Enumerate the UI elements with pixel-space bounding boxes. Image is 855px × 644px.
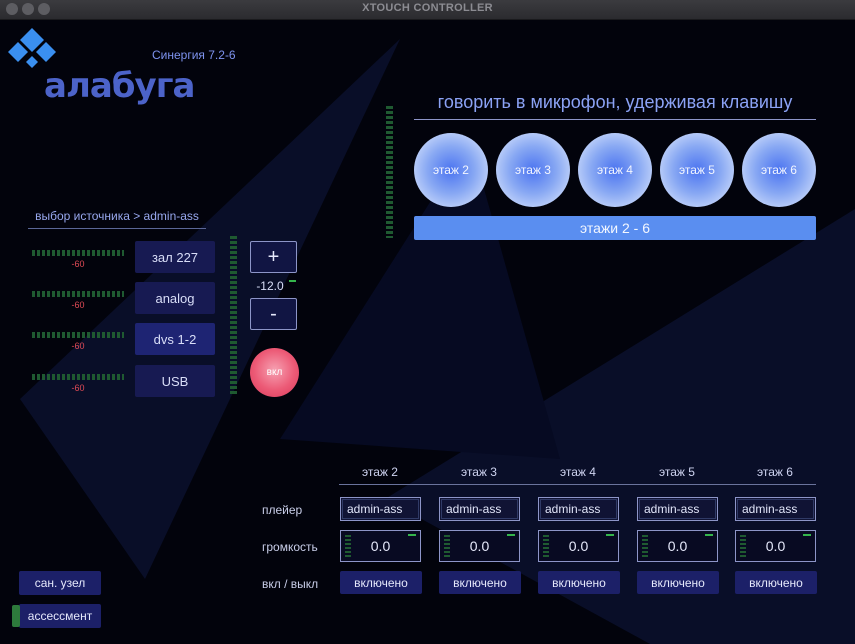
level-meter [32,250,124,256]
level-value: -60 [71,341,85,351]
volume-value: -12.0 [256,279,284,293]
zone-header: этаж 2 [362,465,398,479]
volume-down-button[interactable]: - [250,298,297,330]
logo-text: алабуга [44,66,195,106]
mic-instruction-title: говорить в микрофон, удерживая клавишу [414,92,816,120]
level-indicator [705,534,713,536]
source-button-usb[interactable]: USB [135,365,215,397]
level-meter [543,535,549,557]
toggle-row-label: вкл / выкл [262,577,319,591]
toggle-button-floor-4[interactable]: включено [538,571,620,594]
level-meter [32,291,124,297]
level-indicator [803,534,811,536]
all-floors-button[interactable]: этажи 2 - 6 [414,216,816,240]
level-meter [345,535,351,557]
volume-field-floor-5[interactable]: 0.0 [637,530,718,562]
toggle-button-floor-5[interactable]: включено [637,571,719,594]
source-row: -60 USB [30,365,220,399]
player-field-floor-5[interactable]: admin-ass [637,497,718,521]
level-value: -60 [71,259,85,269]
volume-value: 0.0 [667,538,688,554]
window-title: XTOUCH CONTROLLER [362,2,493,14]
level-indicator [507,534,515,536]
floor-5-button[interactable]: этаж 5 [660,133,734,207]
volume-field-floor-3[interactable]: 0.0 [439,530,520,562]
toggle-button-floor-6[interactable]: включено [735,571,817,594]
volume-field-floor-2[interactable]: 0.0 [340,530,421,562]
source-header: выбор источника > admin-ass [28,209,206,229]
source-button-analog[interactable]: analog [135,282,215,314]
zone-header: этаж 5 [659,465,695,479]
title-bar: XTOUCH CONTROLLER [0,0,855,20]
volume-value: 0.0 [568,538,589,554]
source-button-hall-227[interactable]: зал 227 [135,241,215,273]
zone-header: этаж 6 [757,465,793,479]
volume-row-label: громкость [262,540,318,554]
level-value: -60 [71,383,85,393]
divider [339,484,816,485]
mic-level-meter [386,106,393,238]
source-button-dvs[interactable]: dvs 1-2 [135,323,215,355]
level-meter [32,374,124,380]
volume-indicator [289,280,296,282]
level-meter [642,535,648,557]
level-meter [740,535,746,557]
source-row: -60 зал 227 [30,241,220,275]
zone-header: этаж 4 [560,465,596,479]
player-field-floor-6[interactable]: admin-ass [735,497,816,521]
player-field-floor-2[interactable]: admin-ass [340,497,421,521]
volume-up-button[interactable]: + [250,241,297,273]
player-row-label: плейер [262,503,303,517]
floor-3-button[interactable]: этаж 3 [496,133,570,207]
toggle-button-floor-2[interactable]: включено [340,571,422,594]
volume-value: 0.0 [469,538,490,554]
power-on-button[interactable]: вкл [250,348,299,397]
floor-6-button[interactable]: этаж 6 [742,133,816,207]
level-indicator [606,534,614,536]
level-meter [32,332,124,338]
master-level-meter [230,236,237,394]
active-indicator [12,605,20,627]
san-node-button[interactable]: сан. узел [19,571,101,595]
volume-field-floor-6[interactable]: 0.0 [735,530,816,562]
level-indicator [408,534,416,536]
version-label: Синергия 7.2-6 [152,48,236,62]
zone-header: этаж 3 [461,465,497,479]
volume-field-floor-4[interactable]: 0.0 [538,530,619,562]
source-row: -60 dvs 1-2 [30,323,220,357]
player-field-floor-3[interactable]: admin-ass [439,497,520,521]
toggle-button-floor-3[interactable]: включено [439,571,521,594]
source-row: -60 analog [30,282,220,316]
assessment-label: ассессмент [27,609,93,623]
player-field-floor-4[interactable]: admin-ass [538,497,619,521]
level-value: -60 [71,300,85,310]
volume-value: 0.0 [765,538,786,554]
floor-4-button[interactable]: этаж 4 [578,133,652,207]
floor-2-button[interactable]: этаж 2 [414,133,488,207]
volume-value: 0.0 [370,538,391,554]
level-meter [444,535,450,557]
assessment-button[interactable]: ассессмент [12,604,101,628]
